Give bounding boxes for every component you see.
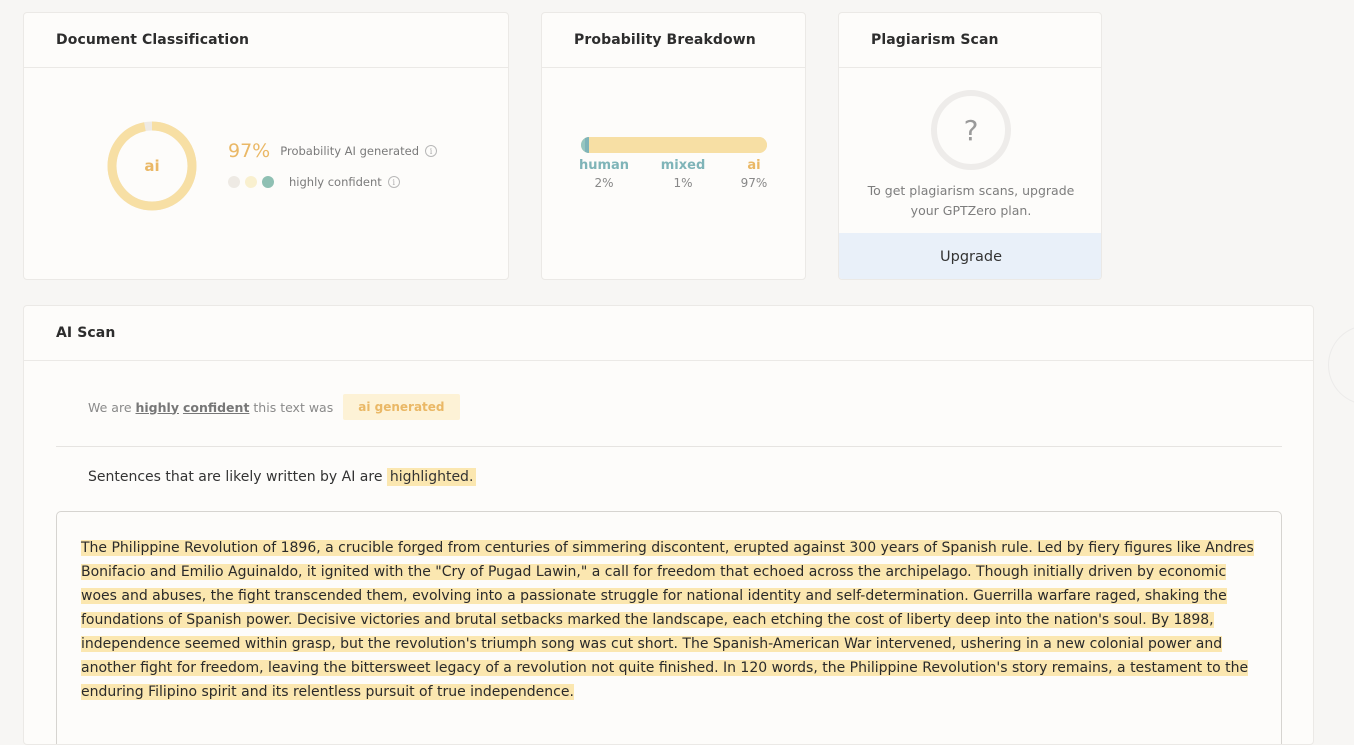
highlight-legend: Sentences that are likely written by AI … — [88, 468, 477, 486]
decorative-circle — [1328, 325, 1354, 405]
scanned-passage: The Philippine Revolution of 1896, a cru… — [81, 536, 1257, 704]
probability-segment-ai — [589, 137, 767, 153]
verdict-suffix: this text was — [253, 399, 334, 415]
probability-breakdown-card: Probability Breakdown human 2% mixed 1% … — [541, 12, 806, 280]
human-label-group: human 2% — [574, 158, 634, 190]
ai-label: ai — [747, 158, 761, 173]
confidence-label: highly confident — [289, 175, 382, 189]
upgrade-button[interactable]: Upgrade — [839, 233, 1101, 279]
info-icon[interactable]: i — [387, 176, 400, 188]
confidence-dot-low — [228, 176, 240, 188]
confidence-row: highly confident i — [228, 175, 400, 189]
document-classification-card: Document Classification ai 97% Probabili… — [23, 12, 509, 280]
probability-row: 97% Probability AI generated i — [228, 140, 437, 162]
verdict-badge: ai generated — [343, 394, 460, 420]
ai-scan-title: AI Scan — [24, 306, 1313, 361]
scanned-text-box[interactable]: The Philippine Revolution of 1896, a cru… — [56, 511, 1282, 744]
plagiarism-scan-card: Plagiarism Scan ? To get plagiarism scan… — [838, 12, 1102, 280]
confidence-dot-high — [262, 176, 274, 188]
plagiarism-message: To get plagiarism scans, upgrade your GP… — [867, 183, 1075, 218]
probability-percent: 97% — [228, 140, 271, 162]
mixed-value: 1% — [673, 176, 693, 190]
donut-label: ai — [144, 157, 160, 175]
legend-highlight-sample: highlighted. — [386, 468, 477, 486]
plagiarism-scan-title: Plagiarism Scan — [839, 13, 1101, 68]
verdict-confident-link[interactable]: confident — [183, 400, 249, 415]
ai-scan-card: AI Scan We are highly confident this tex… — [23, 305, 1314, 745]
legend-text: Sentences that are likely written by AI … — [88, 469, 383, 485]
mixed-label: mixed — [660, 158, 706, 173]
info-icon[interactable]: i — [425, 145, 437, 157]
probability-breakdown-title: Probability Breakdown — [542, 13, 805, 68]
ai-label-group: ai 97% — [724, 158, 784, 190]
highlighted-ai-text: The Philippine Revolution of 1896, a cru… — [81, 540, 1254, 700]
verdict-row: We are highly confident this text was ai… — [88, 394, 460, 420]
probability-label: Probability AI generated — [280, 144, 419, 158]
mixed-label-group: mixed 1% — [653, 158, 713, 190]
question-icon: ? — [931, 90, 1011, 170]
confidence-dot-medium — [245, 176, 257, 188]
verdict-highly-link[interactable]: highly — [136, 400, 179, 415]
probability-bar — [581, 137, 767, 153]
human-label: human — [578, 158, 630, 173]
ai-value: 97% — [740, 176, 768, 190]
document-classification-title: Document Classification — [24, 13, 508, 68]
divider — [56, 446, 1282, 447]
verdict-prefix: We are — [88, 399, 132, 415]
human-value: 2% — [594, 176, 614, 190]
